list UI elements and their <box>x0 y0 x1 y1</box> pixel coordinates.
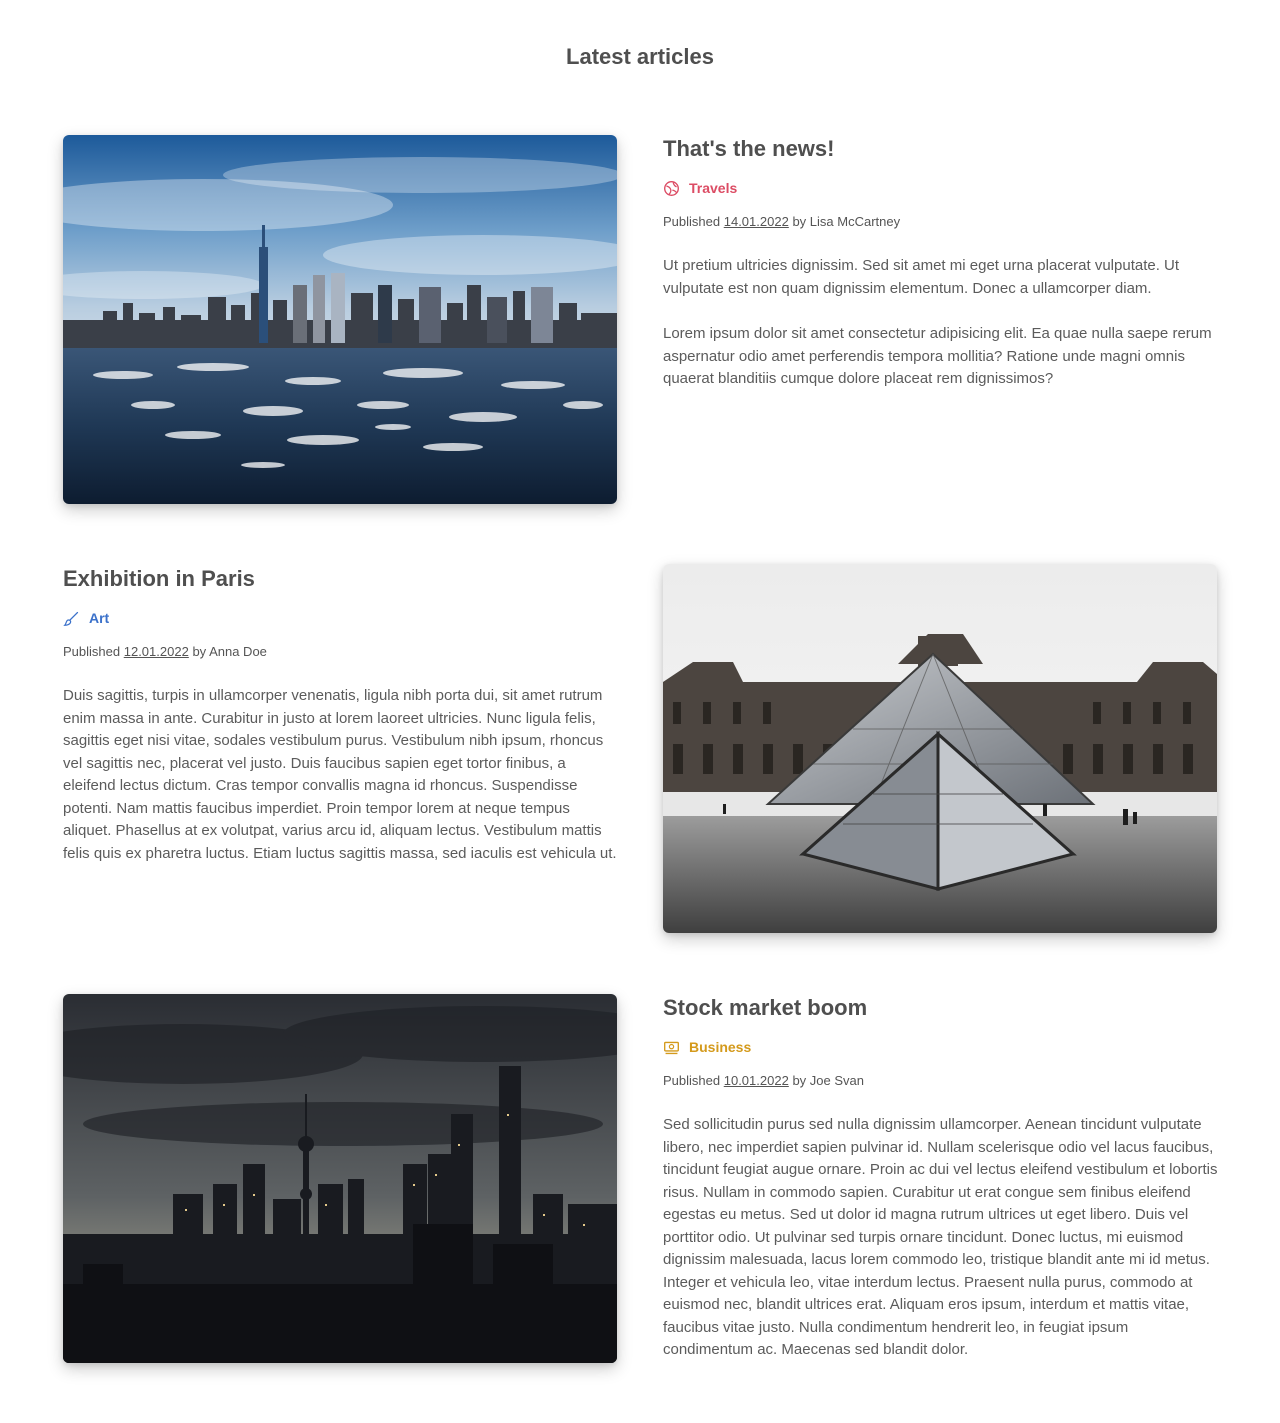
publish-date[interactable]: 14.01.2022 <box>724 214 789 229</box>
category-badge[interactable]: Travels <box>663 178 1218 198</box>
publish-date[interactable]: 12.01.2022 <box>124 644 189 659</box>
globe-icon <box>664 180 679 196</box>
article-meta: Published 12.01.2022 by Anna Doe <box>63 642 618 662</box>
author-name: Anna Doe <box>209 644 267 659</box>
category-label: Business <box>689 1039 752 1055</box>
article-image-new-york-skyline[interactable] <box>63 135 617 504</box>
category-badge[interactable]: Art <box>63 608 618 628</box>
category-label: Travels <box>689 180 738 196</box>
author-name: Joe Svan <box>809 1073 864 1088</box>
category-label: Art <box>89 610 110 626</box>
by-prefix: by <box>192 644 207 659</box>
article-title[interactable]: Exhibition in Paris <box>63 564 618 594</box>
author-name: Lisa McCartney <box>809 214 901 229</box>
paint-brush-icon <box>63 611 79 626</box>
category-badge[interactable]: Business <box>663 1037 1218 1057</box>
published-prefix: Published <box>663 214 721 229</box>
by-prefix: by <box>792 214 807 229</box>
article-paragraph: Lorem ipsum dolor sit amet consectetur a… <box>663 325 1212 387</box>
article-title[interactable]: Stock market boom <box>663 993 1218 1023</box>
published-prefix: Published <box>63 644 121 659</box>
article-text-2: Exhibition in Paris Art Published 12.01.… <box>63 564 618 865</box>
article-paragraph: Duis sagittis, turpis in ullamcorper ven… <box>63 687 617 862</box>
article-meta: Published 10.01.2022 by Joe Svan <box>663 1071 1218 1091</box>
article-image-shanghai-skyline[interactable] <box>63 994 617 1363</box>
article-meta: Published 14.01.2022 by Lisa McCartney <box>663 212 1218 232</box>
article-text-3: Stock market boom Business Published 10.… <box>663 993 1218 1362</box>
article-text-1: That's the news! Travels Published 14.01… <box>663 134 1218 391</box>
by-prefix: by <box>792 1073 807 1088</box>
money-bill-icon <box>664 1041 679 1054</box>
article-title[interactable]: That's the news! <box>663 134 1218 164</box>
article-paragraph: Ut pretium ultricies dignissim. Sed sit … <box>663 257 1180 297</box>
article-image-louvre-pyramid[interactable] <box>663 564 1217 933</box>
article-paragraph: Sed sollicitudin purus sed nulla digniss… <box>663 1116 1218 1358</box>
published-prefix: Published <box>663 1073 721 1088</box>
publish-date[interactable]: 10.01.2022 <box>724 1073 789 1088</box>
section-title: Latest articles <box>566 44 714 69</box>
